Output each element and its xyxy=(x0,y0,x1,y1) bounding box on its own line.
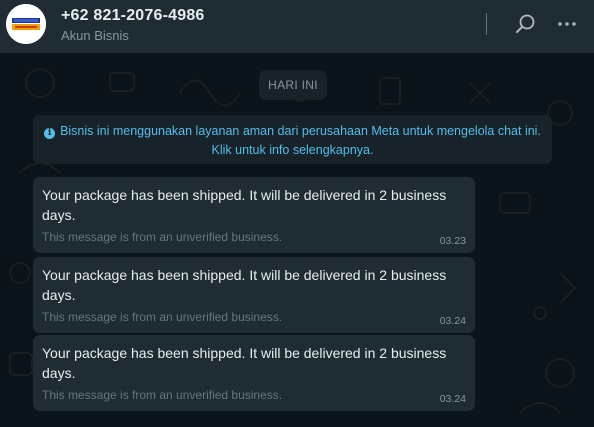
message-text: Your package has been shipped. It will b… xyxy=(42,187,447,223)
encryption-notice[interactable]: i Bisnis ini menggunakan layanan aman dar… xyxy=(33,115,552,164)
unverified-note: This message is from an unverified busin… xyxy=(42,388,283,402)
chat-header: +62 821-2076-4986 Akun Bisnis xyxy=(0,0,594,53)
message-text: Your package has been shipped. It will b… xyxy=(42,345,447,381)
notice-link[interactable]: Klik untuk info selengkapnya. xyxy=(33,141,552,160)
unverified-note: This message is from an unverified busin… xyxy=(42,230,283,244)
header-divider xyxy=(486,13,487,35)
message-text: Your package has been shipped. It will b… xyxy=(42,267,447,303)
unverified-note: This message is from an unverified busin… xyxy=(42,310,283,324)
contact-subtitle: Akun Bisnis xyxy=(61,28,129,43)
message-bubble[interactable]: Your package has been shipped. It will b… xyxy=(33,177,475,253)
message-time: 03.24 xyxy=(439,315,466,327)
menu-button[interactable] xyxy=(555,12,579,36)
business-logo-icon xyxy=(6,4,46,44)
message-time: 03.24 xyxy=(439,393,466,405)
search-icon xyxy=(516,14,535,33)
message-bubble[interactable]: Your package has been shipped. It will b… xyxy=(33,257,475,333)
notice-text: Bisnis ini menggunakan layanan aman dari… xyxy=(60,124,541,138)
date-separator: HARI INI xyxy=(259,70,327,100)
avatar[interactable] xyxy=(6,4,46,44)
search-button[interactable] xyxy=(514,12,538,36)
more-options-icon xyxy=(558,22,576,26)
info-icon: i xyxy=(44,128,56,139)
contact-name[interactable]: +62 821-2076-4986 xyxy=(61,7,205,25)
chat-area[interactable]: HARI INI i Bisnis ini menggunakan layanan… xyxy=(0,53,594,427)
message-time: 03.23 xyxy=(439,235,466,247)
message-bubble[interactable]: Your package has been shipped. It will b… xyxy=(33,335,475,411)
